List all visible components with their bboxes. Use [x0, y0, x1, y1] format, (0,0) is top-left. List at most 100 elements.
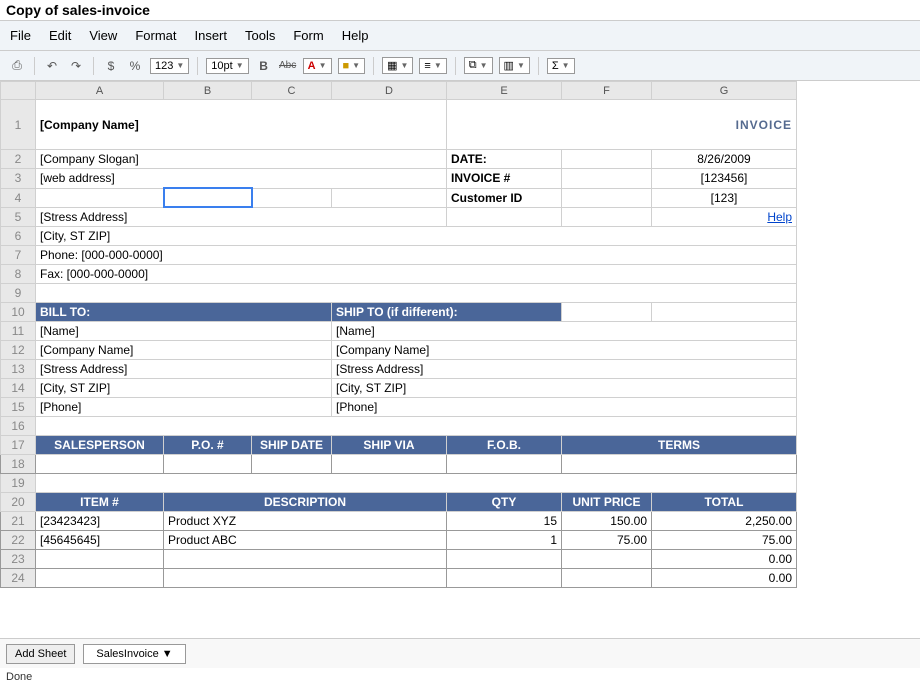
- row-1[interactable]: 1 [Company Name] INVOICE: [1, 100, 797, 150]
- row-18[interactable]: 18: [1, 455, 797, 474]
- sheet-tab-salesinvoice[interactable]: SalesInvoice ▼: [83, 644, 185, 664]
- bold-button[interactable]: B: [255, 57, 273, 75]
- phone-cell[interactable]: Phone: [000-000-0000]: [36, 246, 797, 265]
- chevron-down-icon: ▼: [480, 61, 488, 70]
- menu-insert[interactable]: Insert: [194, 28, 227, 43]
- percent-button[interactable]: %: [126, 57, 144, 75]
- billto-header: BILL TO:: [36, 303, 332, 322]
- row-15[interactable]: 15[Phone][Phone]: [1, 398, 797, 417]
- hdr-total: TOTAL: [652, 493, 797, 512]
- chevron-down-icon: ▼: [400, 61, 408, 70]
- window-title: Copy of sales-invoice: [0, 0, 920, 20]
- col-G[interactable]: G: [652, 82, 797, 100]
- row-16[interactable]: 16: [1, 417, 797, 436]
- chevron-down-icon: ▼: [176, 61, 184, 70]
- row-20[interactable]: 20 ITEM # DESCRIPTION QTY UNIT PRICE TOT…: [1, 493, 797, 512]
- col-D[interactable]: D: [332, 82, 447, 100]
- wrap-select[interactable]: ⧉▼: [464, 57, 493, 74]
- date-value[interactable]: 8/26/2009: [652, 150, 797, 169]
- menu-edit[interactable]: Edit: [49, 28, 71, 43]
- font-color-select[interactable]: A▼: [303, 58, 332, 74]
- row-17[interactable]: 17 SALESPERSON P.O. # SHIP DATE SHIP VIA…: [1, 436, 797, 455]
- menu-format[interactable]: Format: [135, 28, 176, 43]
- menu-file[interactable]: File: [10, 28, 31, 43]
- bg-color-select[interactable]: ■▼: [338, 58, 366, 74]
- font-size-select[interactable]: 10pt▼: [206, 58, 248, 74]
- hdr-po: P.O. #: [164, 436, 252, 455]
- hdr-salesperson: SALESPERSON: [36, 436, 164, 455]
- row-23[interactable]: 23 0.00: [1, 550, 797, 569]
- date-label: DATE:: [447, 150, 562, 169]
- hdr-desc: DESCRIPTION: [164, 493, 447, 512]
- custid-label: Customer ID: [447, 188, 562, 207]
- invnum-value[interactable]: [123456]: [652, 169, 797, 189]
- hdr-unit: UNIT PRICE: [562, 493, 652, 512]
- city-cell[interactable]: [City, ST ZIP]: [36, 227, 797, 246]
- invnum-label: INVOICE #: [447, 169, 562, 189]
- borders-icon: ▦: [387, 59, 397, 72]
- currency-button[interactable]: $: [102, 57, 120, 75]
- row-3[interactable]: 3 [web address] INVOICE # [123456]: [1, 169, 797, 189]
- chevron-down-icon: ▼: [517, 61, 525, 70]
- row-7[interactable]: 7Phone: [000-000-0000]: [1, 246, 797, 265]
- row-12[interactable]: 12[Company Name][Company Name]: [1, 341, 797, 360]
- row-2[interactable]: 2 [Company Slogan] DATE: 8/26/2009: [1, 150, 797, 169]
- column-headers: A B C D E F G: [1, 82, 797, 100]
- invoice-title: INVOICE: [447, 100, 797, 150]
- chevron-down-icon: ▼: [319, 61, 327, 70]
- hdr-item: ITEM #: [36, 493, 164, 512]
- align-icon: ≡: [424, 60, 430, 72]
- spreadsheet-grid[interactable]: A B C D E F G 1 [Company Name] INVOICE 2…: [0, 81, 920, 638]
- strikethrough-button[interactable]: Abc: [279, 57, 297, 75]
- address-cell[interactable]: [Stress Address]: [36, 207, 447, 227]
- company-name-cell[interactable]: [Company Name]: [36, 100, 447, 150]
- hdr-fob: F.O.B.: [447, 436, 562, 455]
- web-cell[interactable]: [web address]: [36, 169, 447, 189]
- undo-icon[interactable]: ↶: [43, 57, 61, 75]
- row-8[interactable]: 8Fax: [000-000-0000]: [1, 265, 797, 284]
- row-13[interactable]: 13[Stress Address][Stress Address]: [1, 360, 797, 379]
- custid-value[interactable]: [123]: [652, 188, 797, 207]
- menu-form[interactable]: Form: [293, 28, 323, 43]
- row-14[interactable]: 14[City, ST ZIP][City, ST ZIP]: [1, 379, 797, 398]
- col-E[interactable]: E: [447, 82, 562, 100]
- chevron-down-icon: ▼: [236, 61, 244, 70]
- active-cell-B4[interactable]: [164, 188, 252, 207]
- merge-select[interactable]: ▥▼: [499, 57, 530, 74]
- row-22[interactable]: 22 [45645645] Product ABC 1 75.00 75.00: [1, 531, 797, 550]
- menu-tools[interactable]: Tools: [245, 28, 275, 43]
- slogan-cell[interactable]: [Company Slogan]: [36, 150, 447, 169]
- select-all-corner[interactable]: [1, 82, 36, 100]
- merge-icon: ▥: [504, 59, 514, 72]
- chevron-down-icon: ▼: [434, 61, 442, 70]
- help-link[interactable]: Help: [652, 207, 797, 227]
- hdr-terms: TERMS: [562, 436, 797, 455]
- menu-help[interactable]: Help: [342, 28, 369, 43]
- menu-bar: File Edit View Format Insert Tools Form …: [0, 20, 920, 51]
- col-A[interactable]: A: [36, 82, 164, 100]
- hdr-shipdate: SHIP DATE: [252, 436, 332, 455]
- borders-select[interactable]: ▦▼: [382, 57, 413, 74]
- col-C[interactable]: C: [252, 82, 332, 100]
- row-21[interactable]: 21 [23423423] Product XYZ 15 150.00 2,25…: [1, 512, 797, 531]
- number-format-select[interactable]: 123▼: [150, 58, 189, 74]
- row-5[interactable]: 5 [Stress Address] Help: [1, 207, 797, 227]
- align-select[interactable]: ≡▼: [419, 58, 446, 74]
- col-B[interactable]: B: [164, 82, 252, 100]
- redo-icon[interactable]: ↷: [67, 57, 85, 75]
- add-sheet-button[interactable]: Add Sheet: [6, 644, 75, 664]
- sheet-tabs-bar: Add Sheet SalesInvoice ▼: [0, 638, 920, 668]
- fax-cell[interactable]: Fax: [000-000-0000]: [36, 265, 797, 284]
- row-9[interactable]: 9: [1, 284, 797, 303]
- row-19[interactable]: 19: [1, 474, 797, 493]
- row-4[interactable]: 4 Customer ID [123]: [1, 188, 797, 207]
- row-11[interactable]: 11[Name][Name]: [1, 322, 797, 341]
- row-10[interactable]: 10 BILL TO: SHIP TO (if different):: [1, 303, 797, 322]
- col-F[interactable]: F: [562, 82, 652, 100]
- row-6[interactable]: 6[City, ST ZIP]: [1, 227, 797, 246]
- print-icon[interactable]: ⎙: [8, 57, 26, 75]
- row-24[interactable]: 24 0.00: [1, 569, 797, 588]
- menu-view[interactable]: View: [89, 28, 117, 43]
- formula-select[interactable]: Σ▼: [547, 58, 575, 74]
- chevron-down-icon: ▼: [562, 61, 570, 70]
